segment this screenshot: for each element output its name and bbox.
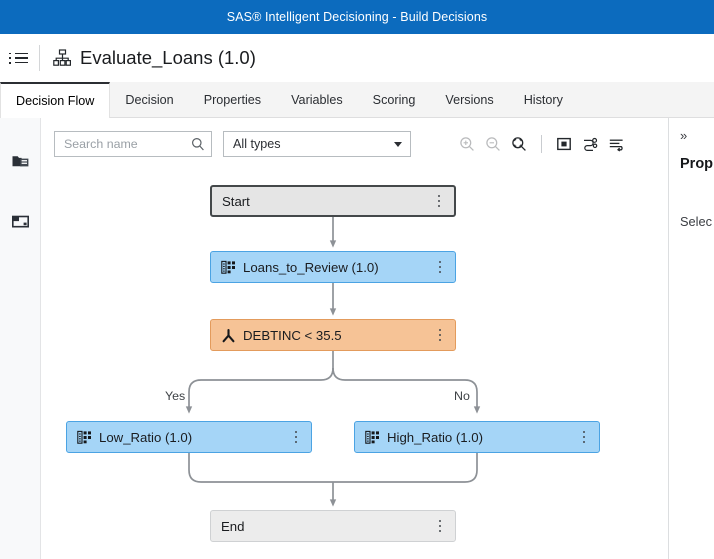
chevron-down-icon [394,141,402,147]
tab-label: Decision Flow [16,93,95,108]
ruleset-icon [221,260,235,274]
zoom-in-icon [460,137,474,151]
ruleset-icon [365,430,379,444]
zoom-fit-button[interactable] [506,131,532,157]
tab-decision[interactable]: Decision [110,82,188,117]
tab-bar: Decision Flow Decision Properties Variab… [0,82,714,118]
chevron-double-right-icon[interactable]: » [680,129,714,142]
app-header-bar: SAS® Intelligent Decisioning - Build Dec… [0,0,714,34]
node-menu-icon[interactable] [433,326,447,344]
flow-node-label: DEBTINC < 35.5 [243,327,342,343]
node-menu-icon[interactable] [577,428,591,446]
decision-tree-icon [53,49,71,66]
page-title: Evaluate_Loans (1.0) [80,47,256,68]
properties-panel: » Prop Selec [668,118,714,559]
zoom-out-icon [486,137,500,151]
node-menu-icon[interactable] [433,258,447,276]
fit-to-screen-icon [557,137,571,151]
properties-panel-empty-text: Selec [680,214,713,229]
canvas-tool-icons [454,131,629,157]
type-filter-value: All types [233,137,281,151]
edge-label-no: No [454,389,470,403]
branch-icon [222,328,235,342]
zoom-in-button[interactable] [454,131,480,157]
app-title: SAS® Intelligent Decisioning - Build Dec… [226,10,488,24]
tab-label: Properties [203,92,262,107]
node-shape-icon [11,215,29,227]
edge-label-yes: Yes [165,389,186,403]
tab-properties[interactable]: Properties [189,82,276,117]
search-icon[interactable] [191,137,205,151]
type-filter-select[interactable]: All types [223,131,411,157]
decision-flow-canvas[interactable]: All types [41,118,668,559]
properties-panel-title: Prop [680,156,714,172]
canvas-toolbar: All types [41,118,668,170]
tab-history[interactable]: History [509,82,578,117]
flow-node-label: Start [222,193,250,209]
title-divider [39,45,40,71]
flow-node-loans-to-review[interactable]: Loans_to_Review (1.0) [210,251,456,283]
flow-node-label: Low_Ratio (1.0) [99,429,193,445]
tab-label: Variables [291,92,343,107]
tab-versions[interactable]: Versions [430,82,508,117]
flow-node-label: Loans_to_Review (1.0) [243,259,379,275]
sidebar-item-library[interactable] [0,141,41,181]
sidebar-item-nodes[interactable] [0,201,41,241]
auto-layout-icon [583,137,597,151]
align-flow-button[interactable] [603,131,629,157]
node-menu-icon[interactable] [433,517,447,535]
flow-node-debtinc-branch[interactable]: DEBTINC < 35.5 [210,319,456,351]
tab-label: Versions [445,92,494,107]
library-folder-icon [12,155,29,166]
tab-label: History [523,92,563,107]
tab-decision-flow[interactable]: Decision Flow [0,82,111,118]
flow-node-start[interactable]: Start [210,185,456,217]
auto-layout-button[interactable] [577,131,603,157]
tab-label: Decision [125,92,174,107]
node-menu-icon[interactable] [289,428,303,446]
flow-node-high-ratio[interactable]: High_Ratio (1.0) [354,421,600,453]
flow-node-low-ratio[interactable]: Low_Ratio (1.0) [66,421,312,453]
align-flow-icon [609,139,623,152]
flow-node-label: High_Ratio (1.0) [387,429,484,445]
search-input[interactable] [64,137,191,151]
tab-variables[interactable]: Variables [276,82,358,117]
fit-to-screen-button[interactable] [551,131,577,157]
toolbar-divider [541,135,542,153]
search-input-wrapper[interactable] [54,131,212,157]
flow-node-end[interactable]: End [210,510,456,542]
node-menu-icon[interactable] [432,192,446,210]
tab-label: Scoring [372,92,416,107]
hamburger-list-icon[interactable] [9,48,29,68]
tab-scoring[interactable]: Scoring [358,82,431,117]
zoom-out-button[interactable] [480,131,506,157]
ruleset-icon [77,430,91,444]
zoom-fit-icon [512,137,526,151]
object-title-bar: Evaluate_Loans (1.0) [0,34,714,82]
left-icon-rail [0,118,41,559]
flow-node-label: End [221,518,245,534]
